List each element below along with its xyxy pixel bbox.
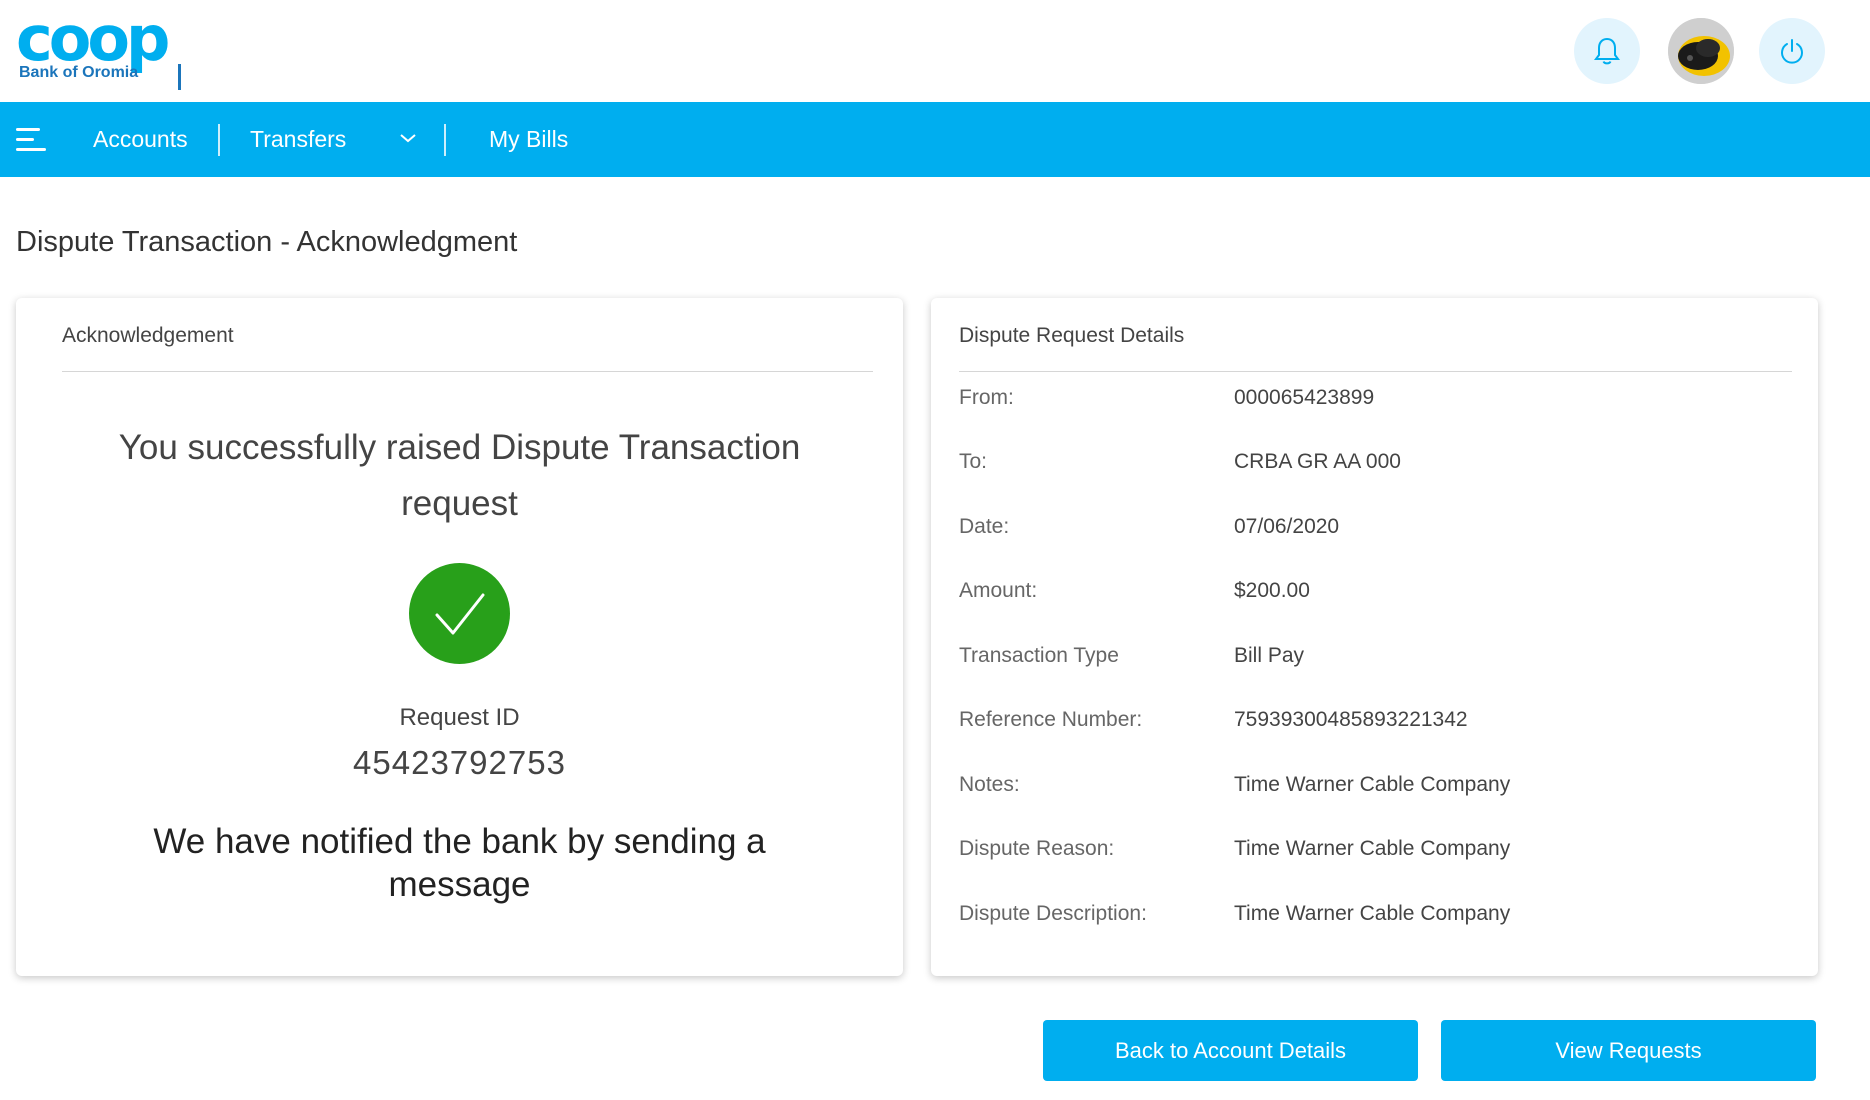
- notification-message: We have notified the bank by sending a m…: [153, 822, 766, 904]
- detail-value: 75939300485893221342: [1234, 708, 1468, 731]
- logo-wordmark: coop: [16, 2, 170, 75]
- detail-value: Time Warner Cable Company: [1234, 773, 1511, 796]
- detail-label: Notes:: [959, 773, 1020, 796]
- view-requests-button[interactable]: View Requests: [1441, 1020, 1816, 1081]
- top-header: coop Bank of Oromia: [0, 0, 1870, 102]
- detail-value: Time Warner Cable Company: [1234, 902, 1511, 925]
- back-to-account-details-button[interactable]: Back to Account Details: [1043, 1020, 1418, 1081]
- logout-button[interactable]: [1759, 18, 1825, 84]
- checkmark-icon: [435, 593, 485, 635]
- nav-item-accounts[interactable]: Accounts: [93, 102, 188, 177]
- notifications-button[interactable]: [1574, 18, 1640, 84]
- detail-value: Bill Pay: [1234, 644, 1305, 667]
- card-divider: [959, 371, 1792, 372]
- detail-label: Dispute Reason:: [959, 837, 1115, 860]
- nav-divider: [218, 124, 220, 156]
- acknowledgement-heading: Acknowledgement: [62, 324, 234, 347]
- success-message: You successfully raised Dispute Transact…: [118, 428, 801, 523]
- detail-label: Date:: [959, 515, 1010, 538]
- card-divider: [62, 371, 873, 372]
- success-badge: [409, 563, 510, 664]
- main-navbar: Accounts Transfers My Bills: [0, 102, 1870, 177]
- detail-label: To:: [959, 450, 988, 473]
- detail-label: Amount:: [959, 579, 1038, 602]
- avatar-image: [1668, 18, 1734, 84]
- detail-label: Dispute Description:: [959, 902, 1147, 925]
- detail-value: Time Warner Cable Company: [1234, 837, 1511, 860]
- nav-divider: [444, 124, 446, 156]
- power-icon: [1781, 39, 1803, 64]
- nav-item-my-bills[interactable]: My Bills: [489, 102, 568, 177]
- request-id-value: 45423792753: [353, 744, 566, 781]
- detail-label: From:: [959, 386, 1014, 409]
- details-heading: Dispute Request Details: [959, 324, 1185, 347]
- request-id-label: Request ID: [399, 704, 520, 731]
- page-title: Dispute Transaction - Acknowledgment: [16, 226, 518, 258]
- detail-value: 07/06/2020: [1234, 515, 1340, 538]
- detail-value: CRBA GR AA 000: [1234, 450, 1401, 473]
- user-avatar[interactable]: [1668, 18, 1734, 84]
- logo-subtitle: Bank of Oromia: [19, 64, 139, 81]
- acknowledgement-card: Acknowledgement You successfully raised …: [16, 298, 903, 976]
- detail-label: Reference Number:: [959, 708, 1143, 731]
- logo-key-mark: [178, 64, 181, 90]
- nav-item-transfers[interactable]: Transfers: [250, 102, 346, 177]
- detail-value: $200.00: [1234, 579, 1310, 602]
- coop-bank-logo[interactable]: coop Bank of Oromia: [16, 2, 206, 90]
- chevron-down-icon[interactable]: [398, 128, 418, 148]
- bell-icon: [1594, 37, 1620, 65]
- detail-value: 000065423899: [1234, 386, 1375, 409]
- hamburger-menu-icon[interactable]: [16, 128, 46, 152]
- detail-label: Transaction Type: [959, 644, 1119, 667]
- dispute-details-card: Dispute Request Details From: 0000654238…: [931, 298, 1818, 976]
